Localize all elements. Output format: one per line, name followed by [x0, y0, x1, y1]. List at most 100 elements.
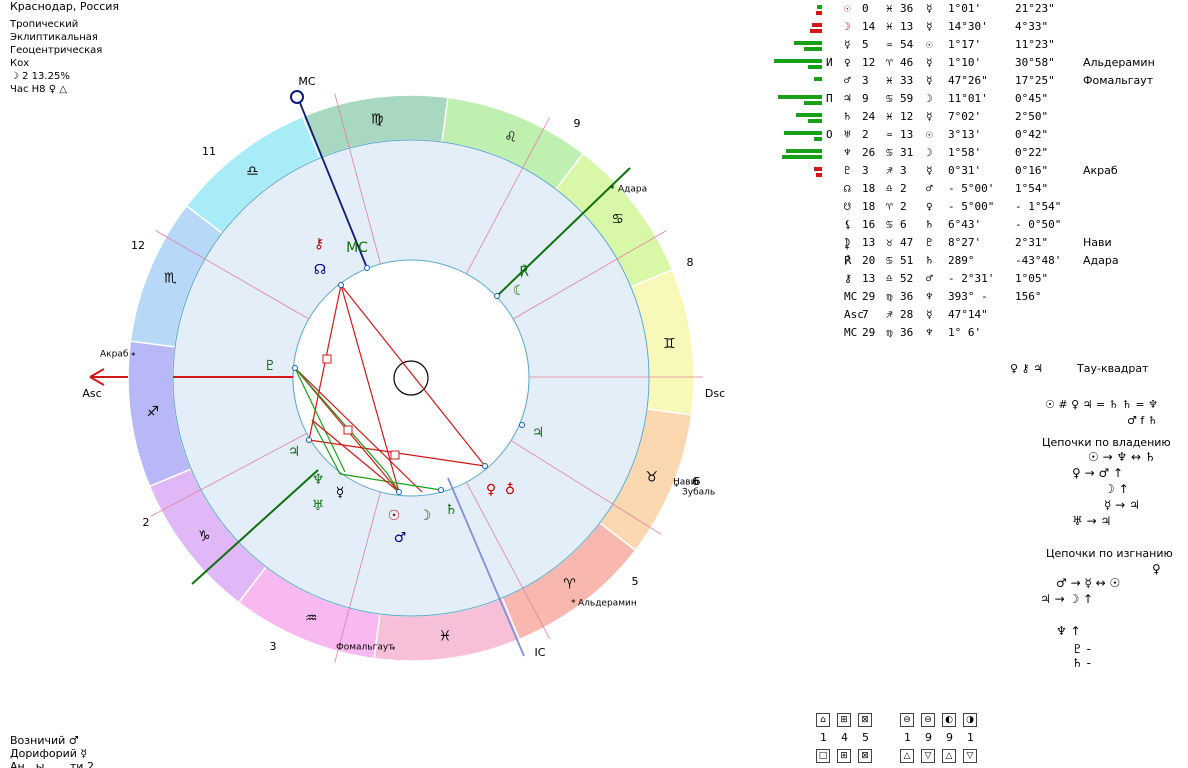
planet-m: 54	[900, 38, 914, 51]
toolbar-icon-c[interactable]: ⊠	[858, 749, 872, 763]
weakness-bar	[808, 65, 822, 69]
planet-b: 2°50"	[1015, 110, 1049, 123]
toolbar-icon-c[interactable]: □	[816, 749, 830, 763]
zodiac-sign-glyph: ♈	[563, 577, 576, 593]
planet-sym: ☿	[844, 38, 851, 51]
planet-b: 17°25"	[1015, 74, 1055, 87]
toolbar-num-b: 9	[946, 731, 953, 744]
planet-glyph: ♅	[312, 498, 325, 514]
planet-sym: ☊	[844, 182, 851, 195]
planet-row: О ♅ 2 ♒ 13 ☉ 3°13' 0°42"	[772, 126, 1182, 144]
driver-label: Возничий ♂	[10, 734, 79, 747]
planet-ruler: ☿	[926, 74, 933, 87]
planet-m: 47	[900, 236, 914, 249]
planet-position-dot	[482, 463, 488, 469]
planet-a: 3°13'	[948, 128, 982, 141]
planet-sign: ♓	[886, 2, 893, 15]
planet-ruler: ☉	[926, 38, 933, 51]
planet-deg: 3	[862, 164, 869, 177]
planet-glyph: ☿	[336, 485, 345, 501]
mc-marker	[290, 90, 304, 104]
planet-a: 47°14"	[948, 308, 988, 321]
weakness-bar	[816, 173, 822, 177]
zodiac-sign-glyph: ♐	[146, 404, 159, 420]
planet-ruler: ☿	[926, 20, 933, 33]
house-number: 3	[270, 640, 277, 653]
planet-row: MC 29 ♍ 36 ♆ 1° 6'	[772, 324, 1182, 342]
toolbar-icon-c[interactable]: ⊞	[837, 749, 851, 763]
planet-deg: 29	[862, 326, 876, 339]
chain-exile-5: ♄ -	[1072, 656, 1091, 670]
planet-star: Адара	[1083, 254, 1119, 267]
planet-deg: 2	[862, 128, 869, 141]
toolbar-icon-b[interactable]: ⊖	[921, 713, 935, 727]
weakness-bar	[814, 137, 822, 141]
toolbar-icon-b[interactable]: ◑	[963, 713, 977, 727]
toolbar-icon-d[interactable]: ▽	[963, 749, 977, 763]
planet-sym: ♇	[844, 164, 851, 177]
toolbar-icon-a[interactable]: ⌂	[816, 713, 830, 727]
planet-deg: 5	[862, 38, 869, 51]
toolbar-icon-a[interactable]: ⊠	[858, 713, 872, 727]
toolbar-icon-d[interactable]: ▽	[921, 749, 935, 763]
planet-position-dot	[519, 422, 525, 428]
toolbar-icon-d[interactable]: △	[900, 749, 914, 763]
t-square-label: Тау-квадрат	[1077, 362, 1149, 375]
planet-star: Фомальгаут	[1083, 74, 1154, 87]
toolbar-icon-d[interactable]: △	[942, 749, 956, 763]
house-number: 5	[632, 575, 639, 588]
planet-row: ☿ 5 ♒ 54 ☉ 1°17' 11°23"	[772, 36, 1182, 54]
earth-center	[393, 360, 429, 396]
planet-a: - 5°00"	[948, 200, 995, 213]
planet-sym: ☽	[844, 20, 851, 33]
planet-sign: ♉	[886, 236, 893, 249]
planet-row: ♄ 24 ♓ 12 ☿ 7°02' 2°50"	[772, 108, 1182, 126]
planet-m: 36	[900, 326, 914, 339]
planet-sym: ⚸	[844, 218, 853, 231]
planet-row: П ♃ 9 ♋ 59 ☽ 11°01' 0°45"	[772, 90, 1182, 108]
planet-sign: ♋	[886, 92, 893, 105]
planet-sign: ♎	[886, 182, 893, 195]
planet-sign: ♋	[886, 218, 893, 231]
planet-glyph: ♄	[445, 502, 458, 518]
toolbar-icon-b[interactable]: ⊖	[900, 713, 914, 727]
planet-position-dot	[494, 293, 500, 299]
planet-a: 14°30'	[948, 20, 988, 33]
planet-deg: 3	[862, 74, 869, 87]
toolbar-icon-b[interactable]: ◐	[942, 713, 956, 727]
zodiac-sign-glyph: ♉	[645, 470, 658, 486]
planet-sign: ♐	[886, 164, 893, 177]
planet-m: 36	[900, 2, 914, 15]
strength-bar	[778, 95, 822, 99]
planet-glyph: ☾	[513, 283, 526, 299]
chain-exile-top: ♀	[1152, 562, 1161, 576]
planet-sign: ♓	[886, 110, 893, 123]
planet-glyph: ♃	[288, 444, 301, 460]
zodiac-sign-glyph: ♎	[246, 163, 259, 179]
planet-deg: 14	[862, 20, 876, 33]
toolbar-icon-a[interactable]: ⊞	[837, 713, 851, 727]
planet-ruler: ☽	[926, 146, 933, 159]
planet-glyph: ⚷	[314, 236, 324, 252]
planet-deg: 13	[862, 236, 876, 249]
planet-b: 2°31"	[1015, 236, 1049, 249]
planet-sign: ♋	[886, 146, 893, 159]
planet-a: 11°01'	[948, 92, 988, 105]
star-label: Зубаль	[682, 488, 715, 498]
planet-ruler: ♆	[926, 290, 933, 303]
planet-m: 13	[900, 20, 914, 33]
planet-tag: О	[826, 128, 833, 141]
planet-ruler: ☿	[926, 308, 933, 321]
planet-deg: 18	[862, 182, 876, 195]
chain-exile-2: ♃ → ☽ ↑	[1040, 592, 1094, 606]
planet-sym: ♃	[844, 92, 851, 105]
chain-exile-3: ♆ ↑	[1056, 624, 1081, 638]
planet-b: 0°42"	[1015, 128, 1049, 141]
chain-exile-4: ♇ -	[1072, 642, 1091, 656]
planet-star: Нави	[1083, 236, 1112, 249]
planet-m: 28	[900, 308, 914, 321]
planet-sym: ♄	[844, 110, 851, 123]
planet-b: 0°22"	[1015, 146, 1049, 159]
planet-glyph: MC	[346, 240, 368, 256]
planet-a: - 5°00'	[948, 182, 995, 195]
